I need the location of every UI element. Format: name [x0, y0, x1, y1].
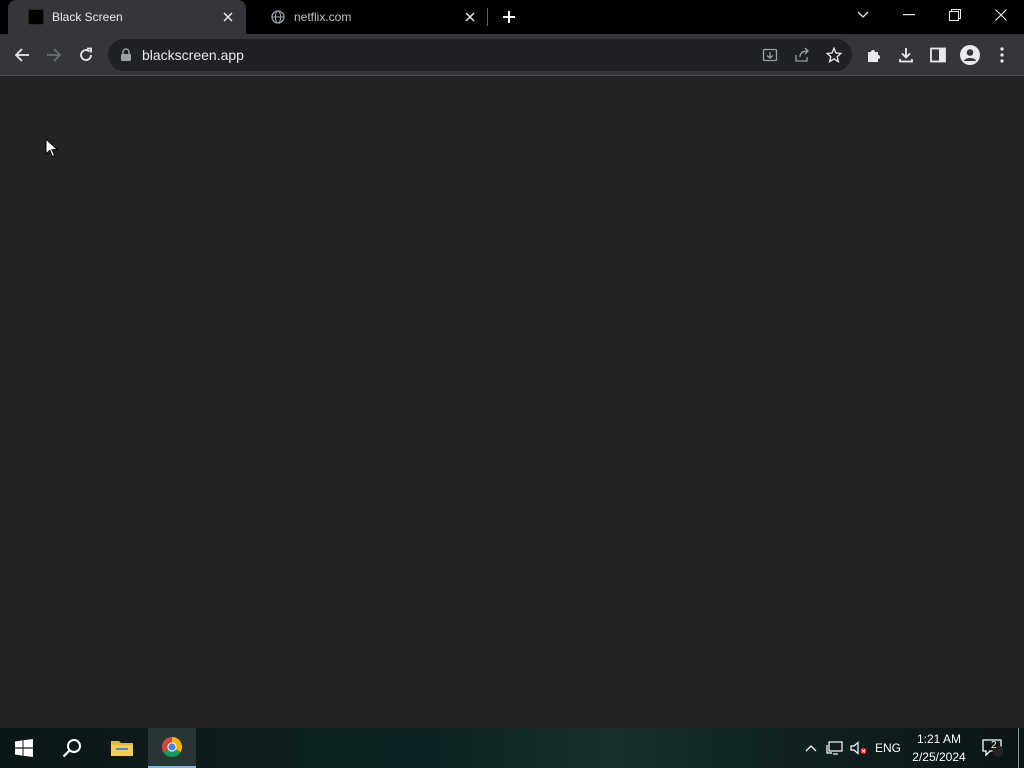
forward-arrow-icon [47, 48, 62, 62]
chrome-taskbar-button[interactable] [148, 728, 196, 768]
clock[interactable]: 1:21 AM 2/25/2024 [906, 728, 972, 768]
tab-title: netflix.com [294, 10, 352, 24]
tab-black-screen[interactable]: Black Screen [8, 0, 246, 34]
show-hidden-icons-button[interactable] [800, 728, 822, 768]
share-icon[interactable] [790, 43, 814, 67]
avatar-icon [960, 45, 980, 65]
file-explorer-icon [111, 741, 133, 756]
volume-muted-icon [850, 741, 867, 755]
file-explorer-button[interactable] [98, 728, 146, 768]
minimize-button[interactable] [886, 0, 932, 30]
close-window-button[interactable] [978, 0, 1024, 30]
url-text: blackscreen.app [142, 47, 244, 63]
side-panel-button[interactable] [924, 41, 952, 69]
language-indicator[interactable]: ENG [872, 728, 904, 768]
close-icon [995, 9, 1007, 21]
black-square-icon [28, 9, 44, 25]
chevron-down-icon [857, 11, 869, 18]
globe-icon [270, 9, 286, 25]
back-arrow-icon [14, 48, 29, 62]
notification-count: 2 [991, 740, 997, 751]
back-button[interactable] [8, 41, 36, 69]
download-icon [899, 48, 913, 63]
reload-button[interactable] [72, 41, 100, 69]
downloads-button[interactable] [892, 41, 920, 69]
network-button[interactable] [824, 728, 846, 768]
menu-button[interactable] [988, 41, 1016, 69]
side-panel-icon [930, 47, 946, 63]
browser-toolbar: blackscreen.app [0, 34, 1024, 76]
tab-divider [487, 8, 488, 26]
show-desktop-divider[interactable] [1018, 728, 1019, 768]
tab-title: Black Screen [52, 10, 123, 24]
more-vert-icon [1000, 47, 1004, 63]
action-center-button[interactable]: 2 [978, 728, 1008, 768]
plus-icon [503, 11, 515, 23]
bookmark-star-icon[interactable] [822, 43, 846, 67]
clock-date: 2/25/2024 [912, 750, 966, 764]
volume-button[interactable] [848, 728, 870, 768]
install-app-icon[interactable] [758, 43, 782, 67]
network-icon [826, 741, 843, 755]
minimize-icon [903, 14, 915, 16]
clock-time: 1:21 AM [916, 732, 962, 746]
chevron-up-icon [805, 745, 817, 752]
restore-button[interactable] [932, 0, 978, 30]
new-tab-button[interactable] [498, 6, 520, 28]
extensions-button[interactable] [860, 41, 888, 69]
start-button[interactable] [0, 728, 48, 768]
puzzle-icon [868, 50, 880, 62]
reload-icon [80, 47, 92, 61]
mouse-cursor-icon [45, 137, 59, 158]
restore-icon [949, 9, 961, 21]
tab-netflix[interactable]: netflix.com [250, 0, 488, 34]
search-icon [62, 739, 81, 758]
profile-button[interactable] [956, 41, 984, 69]
tab-search-button[interactable] [840, 0, 886, 30]
chrome-icon [162, 737, 182, 757]
forward-button[interactable] [40, 41, 68, 69]
close-tab-icon[interactable] [220, 9, 236, 25]
close-tab-icon[interactable] [462, 9, 478, 25]
taskbar: ENG 1:21 AM 2/25/2024 2 [0, 728, 1024, 768]
search-button[interactable] [48, 728, 96, 768]
start-icon [15, 739, 33, 757]
page-content[interactable] [0, 77, 1024, 728]
title-bar: Black Screen netflix.com [0, 0, 1024, 34]
address-bar[interactable]: blackscreen.app [108, 39, 852, 71]
lock-icon [120, 48, 132, 62]
